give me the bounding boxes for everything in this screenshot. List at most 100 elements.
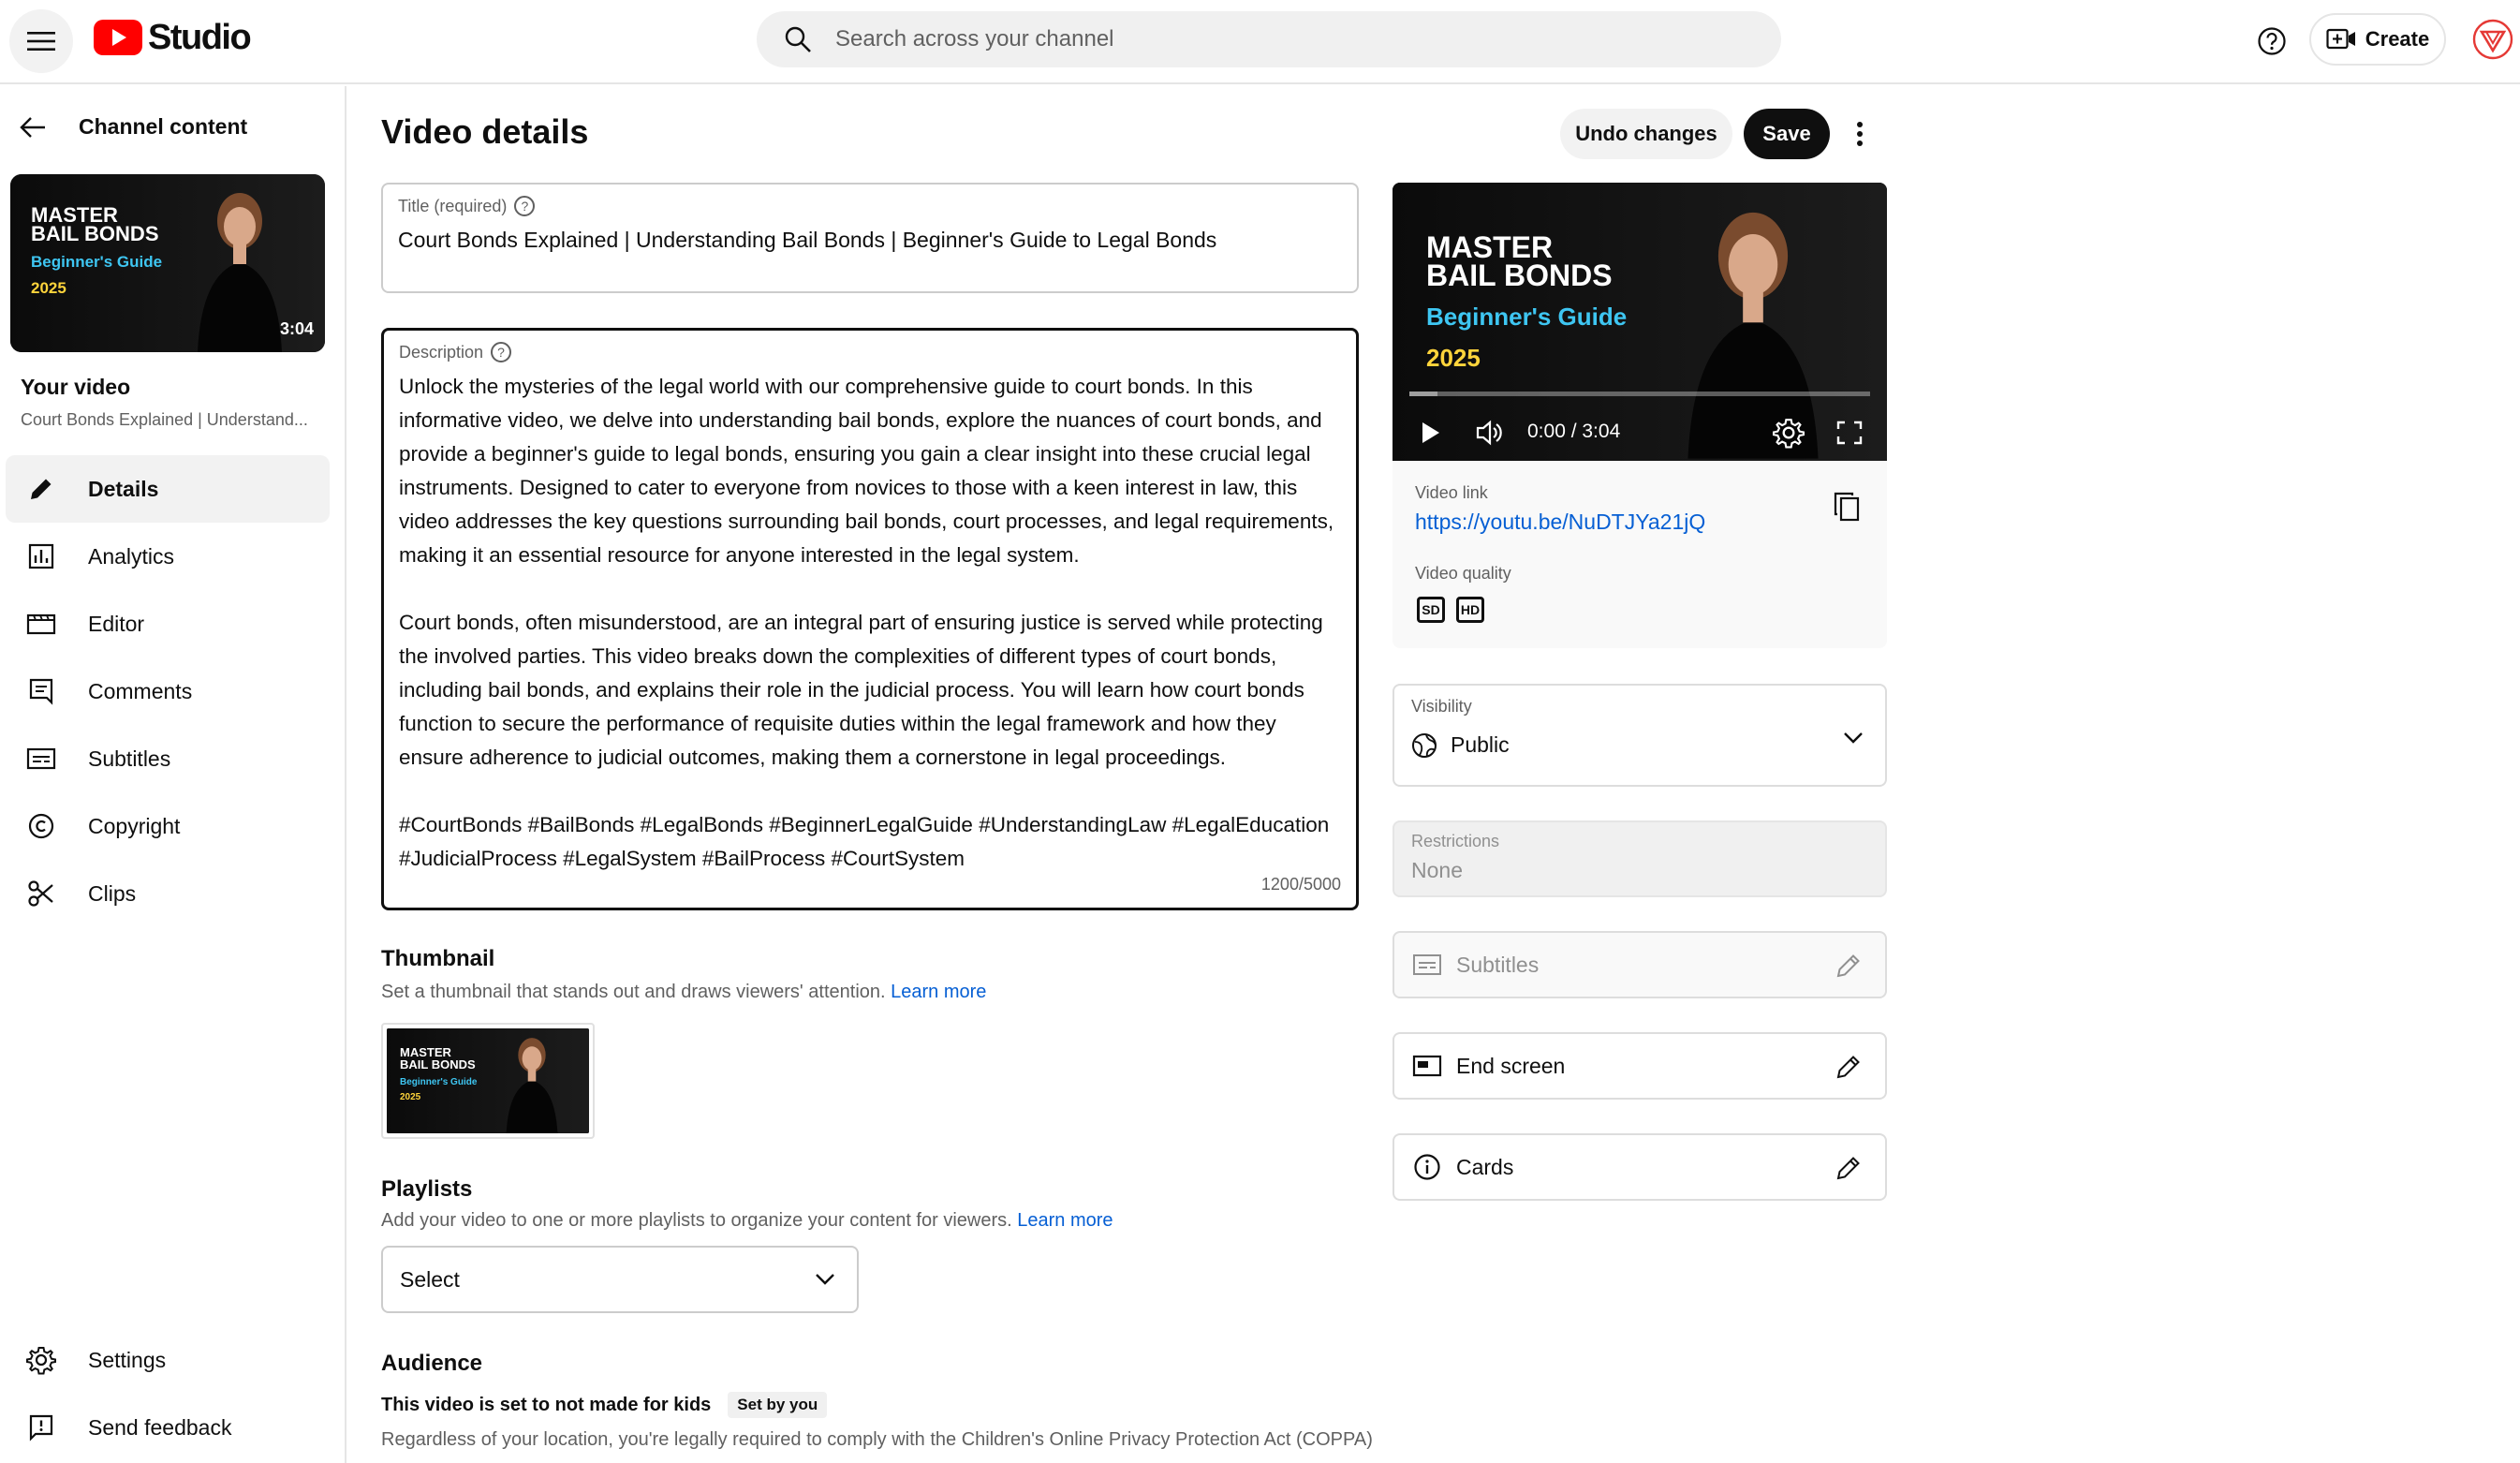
globe-icon [1412,733,1437,758]
sidebar-item-label: Send feedback [88,1414,232,1440]
restrictions-field: Restrictions None [1393,820,1887,897]
subtitles-button[interactable]: Subtitles [1393,931,1887,998]
sidebar-item-subtitles[interactable]: Subtitles [6,725,330,792]
thumbnail-option[interactable]: MASTER BAIL BONDS Beginner's Guide 2025 [381,1023,595,1139]
end-screen-button[interactable]: End screen [1393,1032,1887,1100]
thumbnail-learn-more-link[interactable]: Learn more [891,982,986,1002]
thumbnail-image: MASTER BAIL BONDS Beginner's Guide 2025 [387,1028,589,1133]
presenter-figure [1687,212,1819,459]
arrow-back-icon [20,116,45,138]
description-field[interactable]: Description ? Unlock the mysteries of th… [381,328,1359,910]
sidebar-item-label: Subtitles [88,746,171,771]
help-button[interactable] [2251,21,2292,62]
youtube-logo-icon [94,20,142,55]
sidebar-item-settings[interactable]: Settings [6,1326,330,1394]
sidebar-bottom-nav: Settings Send feedback [6,1326,330,1461]
subtitles-label: Subtitles [1456,952,1540,977]
your-video-heading: Your video [21,375,131,399]
help-icon [2258,27,2286,55]
visibility-dropdown[interactable]: Visibility Public [1393,684,1887,787]
thumb-line3: Beginner's Guide [400,1077,478,1087]
thumbnail-subtitle: Set a thumbnail that stands out and draw… [381,982,986,1003]
end-screen-label: End screen [1456,1053,1566,1078]
cards-button[interactable]: Cards [1393,1133,1887,1201]
title-field-label: Title (required) ? [398,196,536,216]
feedback-icon [22,1409,60,1446]
sidebar-nav: Details Analytics Editor Comments Subtit… [6,455,330,927]
playlists-learn-more-link[interactable]: Learn more [1017,1210,1113,1231]
gear-icon [22,1341,60,1379]
audience-status: This video is set to not made for kids [381,1394,712,1415]
create-video-icon [2326,28,2355,50]
sidebar-item-editor[interactable]: Editor [6,590,330,658]
sidebar-item-label: Comments [88,678,193,703]
edit-pencil-icon[interactable] [1833,1152,1864,1184]
sidebar-item-label: Settings [88,1347,167,1372]
search-input[interactable] [835,26,1678,52]
thumb-line1: MASTER [1426,230,1554,264]
subtitles-icon [1411,949,1443,981]
playlists-subtitle: Add your video to one or more playlists … [381,1210,1113,1232]
back-to-channel-content[interactable]: Channel content [19,114,247,140]
chevron-down-icon [816,1274,834,1285]
thumbnail-art: MASTER BAIL BONDS Beginner's Guide 2025 … [10,174,325,352]
help-circle-icon[interactable]: ? [514,196,536,216]
thumb-line4: 2025 [1426,344,1481,372]
set-by-you-badge: Set by you [728,1392,828,1418]
thumbnail-heading: Thumbnail [381,946,495,971]
sidebar-item-label: Clips [88,880,137,906]
visibility-value: Public [1451,732,1510,757]
player-progress-bar[interactable] [1409,392,1870,396]
help-circle-icon[interactable]: ? [491,342,512,362]
sidebar-item-comments[interactable]: Comments [6,658,330,725]
create-label: Create [2365,27,2430,51]
video-link-label: Video link [1415,483,1488,502]
character-counter: 1200/5000 [1260,875,1341,894]
audience-description: Regardless of your location, you're lega… [381,1429,1373,1450]
thumb-line2: BAIL BONDS [1426,259,1613,292]
sidebar-item-clips[interactable]: Clips [6,860,330,927]
player-frame: MASTER BAIL BONDS Beginner's Guide 2025 … [1393,183,1887,461]
player-time: 0:00 / 3:04 [1527,421,1621,442]
info-icon [1411,1151,1443,1183]
studio-logo[interactable]: Studio [94,18,252,57]
more-options-button[interactable] [1843,112,1877,155]
search-bar[interactable] [757,11,1781,67]
audience-heading: Audience [381,1351,483,1376]
video-player[interactable]: MASTER BAIL BONDS Beginner's Guide 2025 … [1393,183,1887,461]
description-textarea[interactable]: Unlock the mysteries of the legal world … [399,370,1345,876]
account-avatar[interactable] [2470,17,2515,62]
sidebar: Channel content MASTER BAIL BONDS Beginn… [0,86,346,1463]
title-field[interactable]: Title (required) ? Court Bonds Explained… [381,183,1359,293]
save-button[interactable]: Save [1744,109,1830,159]
hamburger-menu-button[interactable] [9,9,73,73]
channel-avatar-icon [2472,19,2513,60]
volume-icon[interactable] [1475,419,1505,447]
copy-icon[interactable] [1833,491,1861,523]
editor-icon [22,605,60,643]
settings-gear-icon[interactable] [1773,417,1805,449]
sidebar-item-details[interactable]: Details [6,455,330,523]
hd-badge-icon: HD [1456,597,1484,623]
fullscreen-icon[interactable] [1836,421,1863,445]
sidebar-item-label: Analytics [88,543,175,569]
edit-pencil-icon[interactable] [1833,1051,1864,1083]
thumb-line4: 2025 [400,1092,421,1102]
playlist-select[interactable]: Select [381,1246,859,1313]
sidebar-item-send-feedback[interactable]: Send feedback [6,1394,330,1461]
scissors-icon [22,875,60,912]
undo-changes-button[interactable]: Undo changes [1560,109,1732,159]
visibility-label: Visibility [1411,697,1472,716]
sidebar-video-thumbnail[interactable]: MASTER BAIL BONDS Beginner's Guide 2025 … [10,174,325,352]
video-quality-label: Video quality [1415,564,1511,583]
your-video-title: Court Bonds Explained | Understand... [21,410,308,429]
title-input[interactable]: Court Bonds Explained | Understanding Ba… [398,228,1216,253]
channel-content-label: Channel content [79,114,248,139]
create-button[interactable]: Create [2309,13,2446,66]
sidebar-item-analytics[interactable]: Analytics [6,523,330,590]
video-link[interactable]: https://youtu.be/NuDTJYa21jQ [1415,510,1705,535]
sidebar-item-copyright[interactable]: Copyright [6,792,330,860]
edit-pencil-icon[interactable] [1833,950,1864,982]
duration-badge: 3:04 [279,319,314,338]
play-icon[interactable] [1421,421,1441,445]
